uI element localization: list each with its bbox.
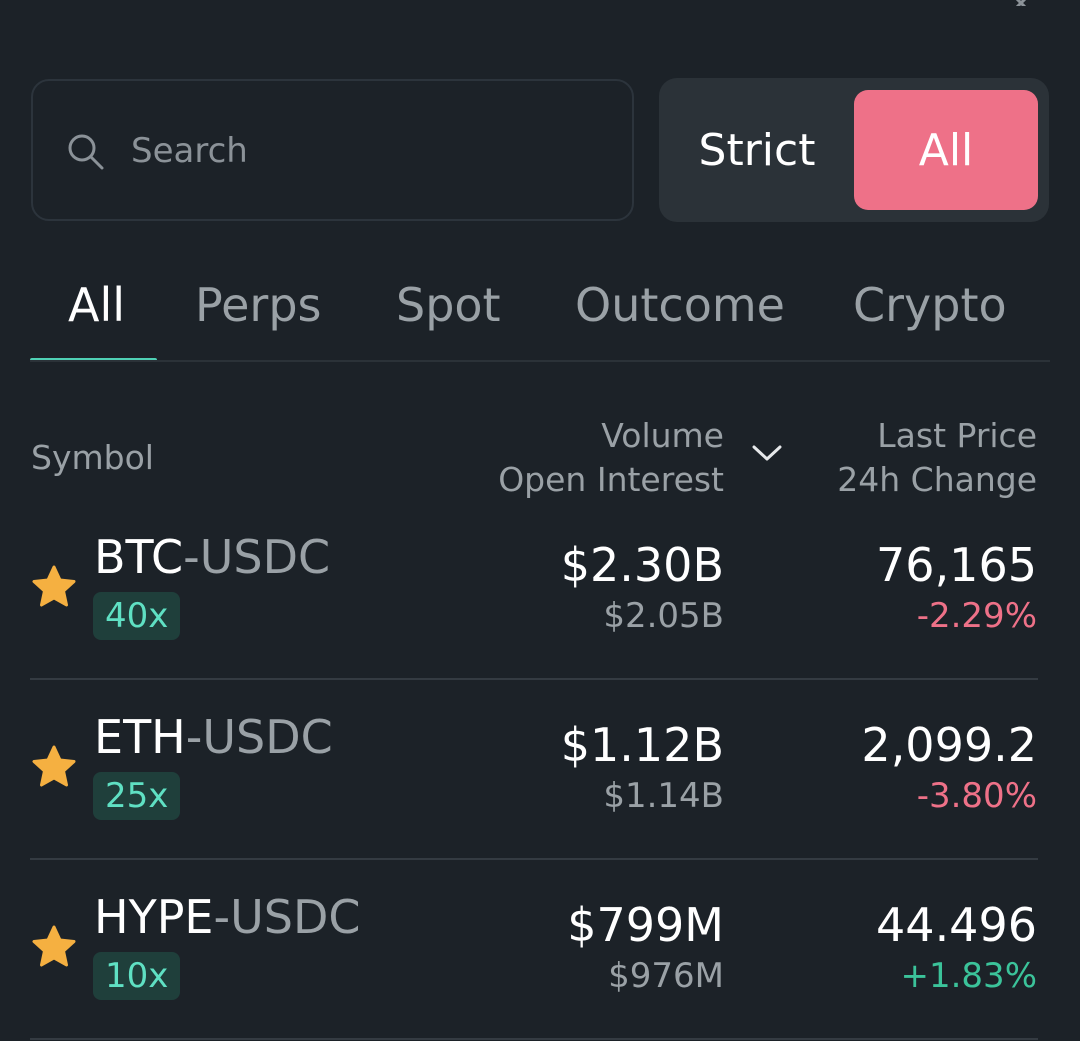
column-header-volume-label: Volume bbox=[601, 416, 724, 455]
tab-outcome[interactable]: Outcome bbox=[575, 278, 785, 332]
star-icon[interactable] bbox=[30, 924, 78, 970]
symbol-quote: USDC bbox=[202, 710, 333, 764]
symbol-separator: - bbox=[213, 890, 231, 944]
search-icon bbox=[67, 133, 105, 171]
search-box[interactable] bbox=[31, 79, 634, 221]
symbol-name: BTC-USDC bbox=[94, 530, 330, 584]
search-input[interactable] bbox=[129, 121, 609, 181]
star-icon[interactable] bbox=[30, 744, 78, 790]
symbol-name: HYPE-USDC bbox=[94, 890, 361, 944]
market-row[interactable]: HYPE-USDC 10x $799M $976M 44.496 +1.83% bbox=[30, 860, 1038, 1040]
change-24h-value: -3.80% bbox=[916, 776, 1037, 816]
symbol-quote: USDC bbox=[230, 890, 361, 944]
volume-value: $2.30B bbox=[560, 538, 724, 592]
tab-crypto[interactable]: Crypto bbox=[853, 278, 1007, 332]
column-header-open-interest-label: Open Interest bbox=[498, 460, 724, 499]
open-interest-value: $976M bbox=[608, 956, 724, 996]
last-price-value: 2,099.2 bbox=[861, 718, 1037, 772]
symbol-separator: - bbox=[183, 530, 200, 584]
symbol-base: HYPE bbox=[94, 890, 214, 944]
close-icon[interactable] bbox=[1004, 0, 1038, 6]
tab-all[interactable]: All bbox=[68, 278, 125, 332]
tab-perps[interactable]: Perps bbox=[195, 278, 321, 332]
markets-screen: Strict All All Perps Spot Outcome Crypto… bbox=[0, 0, 1080, 1041]
open-interest-value: $2.05B bbox=[603, 596, 724, 636]
leverage-badge: 25x bbox=[93, 772, 181, 820]
symbol-quote: USDC bbox=[199, 530, 331, 584]
volume-value: $799M bbox=[567, 898, 724, 952]
row-divider bbox=[30, 1038, 1038, 1040]
column-header-symbol: Symbol bbox=[31, 438, 154, 477]
star-icon[interactable] bbox=[30, 564, 78, 610]
symbol-name: ETH-USDC bbox=[94, 710, 333, 764]
column-header-last-price-label: Last Price bbox=[877, 416, 1037, 455]
tabs-divider bbox=[30, 360, 1050, 362]
symbol-separator: - bbox=[185, 710, 203, 764]
last-price-value: 44.496 bbox=[876, 898, 1037, 952]
market-row[interactable]: ETH-USDC 25x $1.12B $1.14B 2,099.2 -3.80… bbox=[30, 680, 1038, 860]
symbol-base: BTC bbox=[94, 530, 184, 584]
column-header-24h-change-label: 24h Change bbox=[837, 460, 1037, 499]
market-row[interactable]: BTC-USDC 40x $2.30B $2.05B 76,165 -2.29% bbox=[30, 500, 1038, 680]
change-24h-value: -2.29% bbox=[916, 596, 1037, 636]
symbol-base: ETH bbox=[94, 710, 186, 764]
volume-value: $1.12B bbox=[560, 718, 724, 772]
chevron-down-icon[interactable] bbox=[751, 442, 783, 464]
last-price-value: 76,165 bbox=[876, 538, 1037, 592]
leverage-badge: 40x bbox=[93, 592, 181, 640]
column-header-volume[interactable]: Volume Open Interest bbox=[498, 414, 724, 502]
toggle-strict-button[interactable]: Strict bbox=[659, 90, 855, 210]
change-24h-value: +1.83% bbox=[900, 956, 1038, 996]
tab-spot[interactable]: Spot bbox=[396, 278, 501, 332]
column-header-last-price[interactable]: Last Price 24h Change bbox=[837, 414, 1037, 502]
leverage-badge: 10x bbox=[93, 952, 181, 1000]
strict-all-toggle: Strict All bbox=[659, 78, 1049, 222]
open-interest-value: $1.14B bbox=[603, 776, 724, 816]
toggle-all-button[interactable]: All bbox=[854, 90, 1038, 210]
market-tabs: All Perps Spot Outcome Crypto bbox=[30, 250, 1050, 362]
